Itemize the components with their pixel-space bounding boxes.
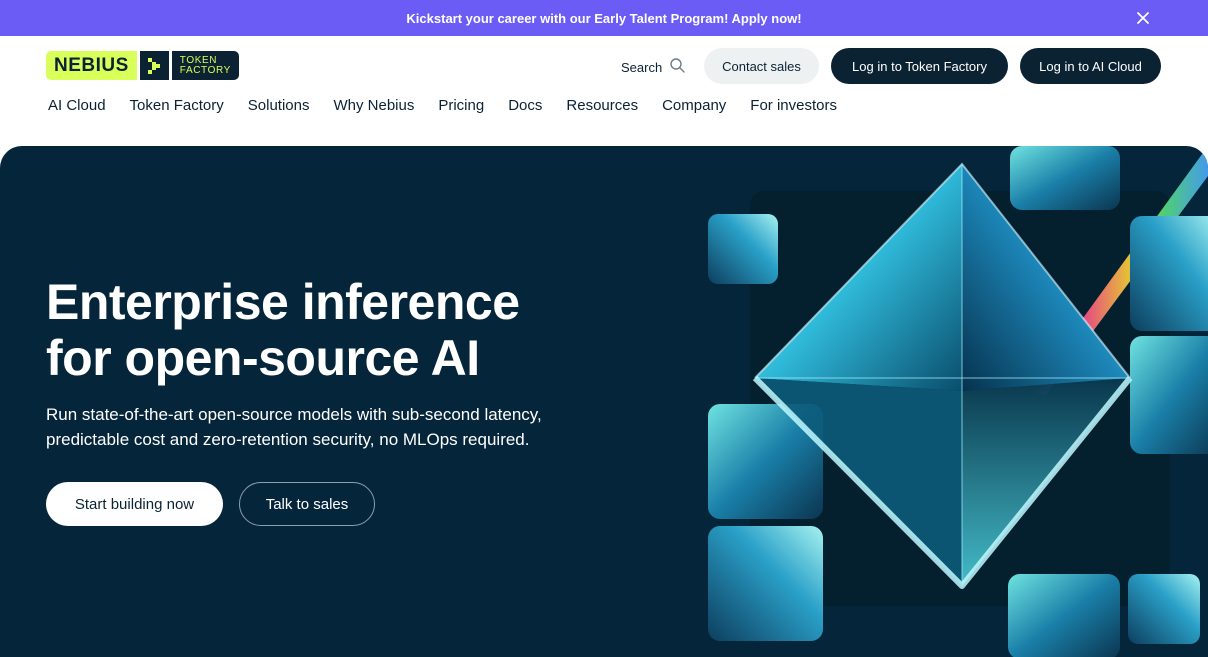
site-header: NEBIUS TOKEN FACTORY Search Contact sale…	[0, 36, 1208, 146]
login-token-factory-button[interactable]: Log in to Token Factory	[831, 48, 1008, 84]
hero-title: Enterprise inference for open-source AI	[46, 274, 646, 386]
search-label: Search	[621, 59, 663, 75]
nav-item-pricing[interactable]: Pricing	[438, 97, 484, 114]
promo-text[interactable]: Kickstart your career with our Early Tal…	[406, 11, 801, 26]
chevron-icon	[139, 51, 169, 80]
main-nav: AI Cloud Token Factory Solutions Why Neb…	[48, 97, 861, 114]
hero-title-line2: for open-source AI	[46, 330, 480, 386]
promo-banner[interactable]: Kickstart your career with our Early Tal…	[0, 0, 1208, 36]
start-building-button[interactable]: Start building now	[46, 482, 223, 526]
hero-subtitle-line1: Run state-of-the-art open-source models …	[46, 405, 542, 424]
logo-product: TOKEN FACTORY	[171, 51, 239, 80]
logo-product-line2: FACTORY	[179, 64, 231, 76]
nav-item-resources[interactable]: Resources	[566, 97, 638, 114]
nav-item-for-investors[interactable]: For investors	[750, 97, 837, 114]
hero-title-line1: Enterprise inference	[46, 274, 520, 330]
nav-item-company[interactable]: Company	[662, 97, 726, 114]
close-icon[interactable]	[1134, 9, 1152, 27]
nav-item-solutions[interactable]: Solutions	[248, 97, 310, 114]
logo[interactable]: NEBIUS TOKEN FACTORY	[46, 51, 239, 80]
hero-subtitle-line2: predictable cost and zero-retention secu…	[46, 430, 530, 449]
hero-subtitle: Run state-of-the-art open-source models …	[46, 402, 626, 452]
nav-item-token-factory[interactable]: Token Factory	[130, 97, 224, 114]
nav-item-docs[interactable]: Docs	[508, 97, 542, 114]
logo-wordmark: NEBIUS	[46, 51, 137, 80]
search-button[interactable]: Search	[621, 58, 685, 76]
nav-item-why-nebius[interactable]: Why Nebius	[333, 97, 414, 114]
logo-product-line1: TOKEN	[179, 54, 218, 66]
talk-to-sales-button[interactable]: Talk to sales	[239, 482, 375, 526]
search-icon	[670, 58, 685, 76]
prism-illustration	[708, 146, 1208, 657]
login-ai-cloud-button[interactable]: Log in to AI Cloud	[1020, 48, 1161, 84]
contact-sales-button[interactable]: Contact sales	[704, 48, 819, 84]
hero-section: Enterprise inference for open-source AI …	[0, 146, 1208, 657]
nav-item-ai-cloud[interactable]: AI Cloud	[48, 97, 106, 114]
